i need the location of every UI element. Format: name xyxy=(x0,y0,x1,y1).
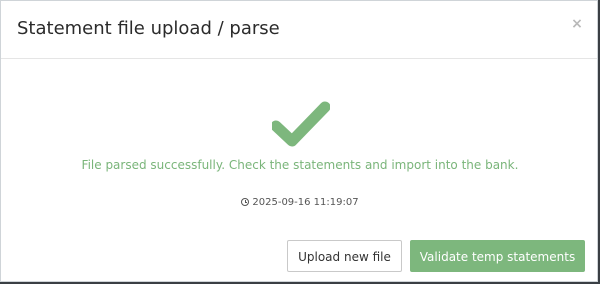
success-message: File parsed successfully. Check the stat… xyxy=(81,158,519,172)
clock-icon xyxy=(241,198,250,206)
modal-title: Statement file upload / parse xyxy=(17,18,280,39)
checkmark-icon xyxy=(272,101,330,147)
statement-upload-modal: Statement file upload / parse × File par… xyxy=(0,0,598,282)
timestamp-text: 2025-09-16 11:19:07 xyxy=(252,197,359,208)
parse-timestamp: 2025-09-16 11:19:07 xyxy=(1,195,599,211)
close-button[interactable]: × xyxy=(569,15,585,33)
upload-new-file-button[interactable]: Upload new file xyxy=(287,240,402,272)
validate-temp-statements-button[interactable]: Validate temp statements xyxy=(410,240,585,272)
modal-header: Statement file upload / parse × xyxy=(1,1,597,59)
